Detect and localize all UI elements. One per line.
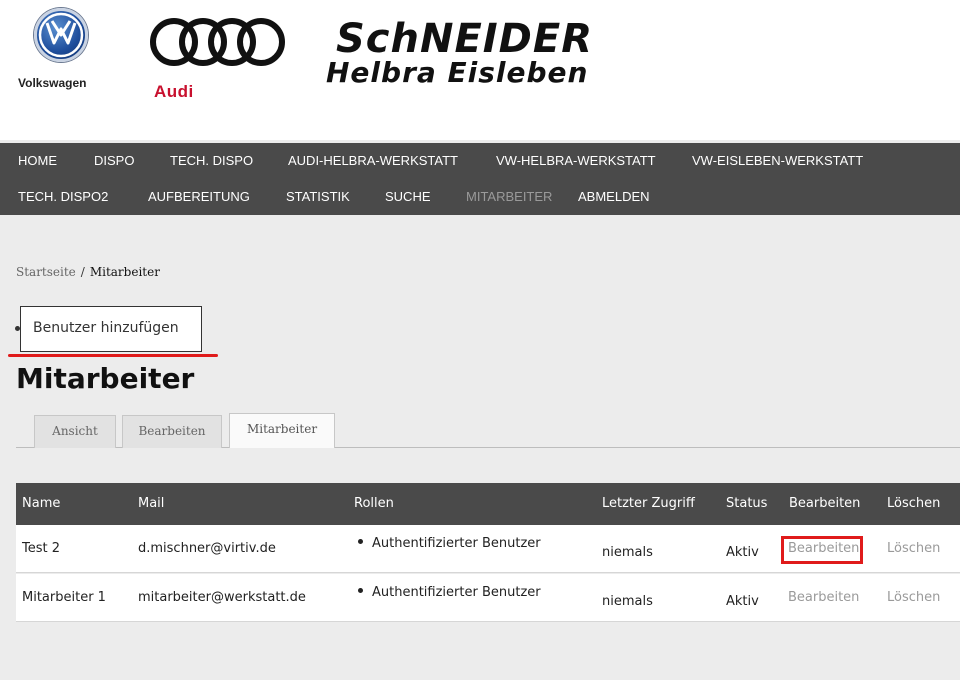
vw-logo-text: Volkswagen <box>18 76 87 90</box>
nav-row-1: HOME DISPO TECH. DISPO AUDI-HELBRA-WERKS… <box>0 143 960 179</box>
bullet-icon <box>358 539 363 544</box>
cell-status: Aktiv <box>726 594 759 609</box>
breadcrumb-home-link[interactable]: Startseite <box>16 265 76 279</box>
column-header-bearbeiten: Bearbeiten <box>789 496 861 511</box>
audi-rings-icon <box>150 18 285 66</box>
nav-item-mitarbeiter[interactable]: MITARBEITER <box>466 179 552 215</box>
tab-bearbeiten[interactable]: Bearbeiten <box>122 415 222 448</box>
column-header-rollen: Rollen <box>354 496 394 511</box>
delete-link[interactable]: Löschen <box>887 574 940 622</box>
annotation-highlight-box <box>781 536 863 564</box>
cell-last-access: niemals <box>602 545 653 560</box>
nav-item-vw-eisleben-werkstatt[interactable]: VW-EISLEBEN-WERKSTATT <box>692 143 863 179</box>
delete-link[interactable]: Löschen <box>887 525 940 573</box>
column-header-loeschen: Löschen <box>887 496 941 511</box>
annotation-underline <box>8 354 218 357</box>
bullet-icon <box>358 588 363 593</box>
cell-mail: d.mischner@virtiv.de <box>138 541 276 556</box>
nav-item-abmelden[interactable]: ABMELDEN <box>578 179 650 215</box>
add-user-button[interactable]: Benutzer hinzufügen <box>20 306 202 352</box>
schneider-logo-subtitle: Helbra Eisleben <box>326 56 589 89</box>
table-row: Mitarbeiter 1 mitarbeiter@werkstatt.de A… <box>16 574 960 622</box>
table-row: Test 2 d.mischner@virtiv.de Authentifizi… <box>16 525 960 573</box>
site-header: Volkswagen Audi SchNEIDER Helbra Eislebe… <box>0 0 960 140</box>
column-header-mail[interactable]: Mail <box>138 483 164 525</box>
cell-status: Aktiv <box>726 545 759 560</box>
column-header-status[interactable]: Status <box>726 483 767 525</box>
add-user-label: Benutzer hinzufügen <box>33 320 179 336</box>
volkswagen-logo[interactable]: Volkswagen <box>18 6 108 96</box>
nav-item-audi-helbra-werkstatt[interactable]: AUDI-HELBRA-WERKSTATT <box>288 143 458 179</box>
cell-name: Test 2 <box>22 541 61 556</box>
page-title: Mitarbeiter <box>16 362 195 395</box>
nav-item-home[interactable]: HOME <box>18 143 57 179</box>
cell-mail: mitarbeiter@werkstatt.de <box>138 590 306 605</box>
breadcrumb-current: Mitarbeiter <box>89 265 160 279</box>
nav-item-statistik[interactable]: STATISTIK <box>286 179 350 215</box>
nav-item-tech-dispo2[interactable]: TECH. DISPO2 <box>18 179 108 215</box>
audi-logo-text: Audi <box>154 82 194 101</box>
edit-link[interactable]: Bearbeiten <box>788 574 859 622</box>
main-navigation: HOME DISPO TECH. DISPO AUDI-HELBRA-WERKS… <box>0 143 960 215</box>
tab-bar: Ansicht Bearbeiten Mitarbeiter <box>16 413 960 448</box>
audi-logo[interactable]: Audi <box>148 14 298 101</box>
cell-name: Mitarbeiter 1 <box>22 590 106 605</box>
schneider-logo[interactable]: SchNEIDER Helbra Eisleben <box>326 12 646 102</box>
cell-last-access: niemals <box>602 594 653 609</box>
nav-item-vw-helbra-werkstatt[interactable]: VW-HELBRA-WERKSTATT <box>496 143 656 179</box>
nav-item-dispo[interactable]: DISPO <box>94 143 134 179</box>
nav-item-aufbereitung[interactable]: AUFBEREITUNG <box>148 179 250 215</box>
role-label: Authentifizierter Benutzer <box>372 585 541 600</box>
cell-roles: Authentifizierter Benutzer <box>358 584 541 632</box>
breadcrumb-separator: / <box>80 265 85 279</box>
breadcrumb: Startseite / Mitarbeiter <box>16 265 160 279</box>
nav-row-2: TECH. DISPO2 AUFBEREITUNG STATISTIK SUCH… <box>0 179 960 215</box>
tab-mitarbeiter[interactable]: Mitarbeiter <box>229 413 335 448</box>
table-header: Name Mail Rollen Letzter Zugriff Status … <box>16 483 960 525</box>
column-header-name[interactable]: Name <box>22 483 60 525</box>
column-header-letzter-zugriff[interactable]: Letzter Zugriff <box>602 483 695 525</box>
nav-item-suche[interactable]: SUCHE <box>385 179 431 215</box>
nav-item-tech-dispo[interactable]: TECH. DISPO <box>170 143 253 179</box>
role-label: Authentifizierter Benutzer <box>372 536 541 551</box>
tab-ansicht[interactable]: Ansicht <box>34 415 116 448</box>
vw-logo-icon <box>34 8 88 62</box>
